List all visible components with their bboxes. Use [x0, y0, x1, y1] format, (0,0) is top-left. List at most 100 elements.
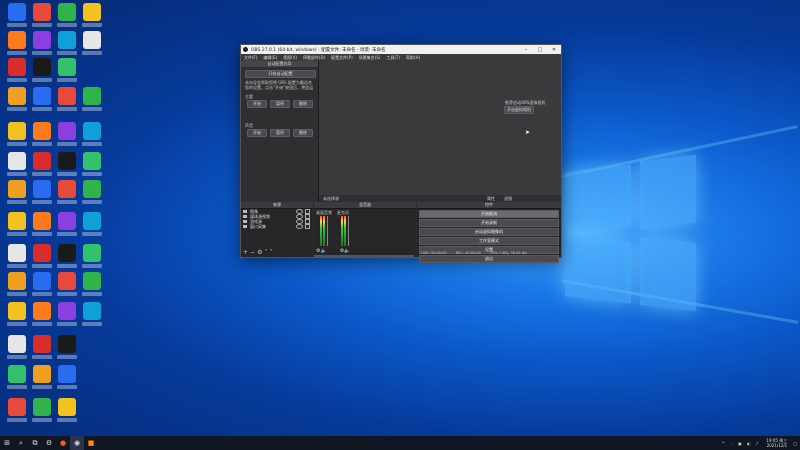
desktop-shortcut-icon[interactable] [79, 3, 105, 33]
start-wizard-button[interactable]: 开始自动配置 [245, 70, 316, 78]
start-button-icon[interactable]: ⊞ [0, 436, 14, 450]
desktop-shortcut-icon[interactable] [54, 58, 80, 88]
settings-icon[interactable]: ⚙ [42, 436, 56, 450]
desktop-shortcut-icon[interactable] [54, 87, 80, 117]
desktop-shortcut-icon[interactable] [79, 152, 105, 182]
desktop-shortcut-icon[interactable] [29, 244, 55, 274]
desktop-shortcut-icon[interactable] [29, 180, 55, 210]
main-start-button[interactable]: 开始 [247, 100, 267, 108]
desktop-shortcut-icon[interactable] [29, 272, 55, 302]
desktop-shortcut-icon[interactable] [54, 272, 80, 302]
start-streaming-button[interactable]: 开始推流 [419, 210, 559, 218]
eye-icon[interactable] [296, 224, 303, 229]
desktop-shortcut-icon[interactable] [54, 302, 80, 332]
menu-scene-collection[interactable]: 场景集合(S) [356, 55, 384, 61]
volume-fader[interactable] [327, 216, 328, 246]
menu-view[interactable]: 视图(V) [280, 55, 300, 61]
desktop-shortcut-icon[interactable] [29, 335, 55, 365]
window-title: OBS 27.0.1 (64-bit, windows) - 配置文件: 未命名… [251, 47, 386, 53]
desktop-shortcut-icon[interactable] [29, 58, 55, 88]
audio-start-button[interactable]: 开始 [247, 129, 267, 137]
desktop-shortcut-icon[interactable] [79, 122, 105, 152]
desktop-shortcut-icon[interactable] [4, 58, 30, 88]
desktop-shortcut-icon[interactable] [4, 398, 30, 428]
remove-icon[interactable]: − [250, 249, 257, 256]
menu-file[interactable]: 文件(F) [241, 55, 260, 61]
add-icon[interactable]: + [243, 249, 250, 256]
desktop-shortcut-icon[interactable] [4, 212, 30, 242]
studio-mode-button[interactable]: 工作室模式 [419, 237, 559, 245]
desktop-shortcut-icon[interactable] [4, 302, 30, 332]
virtual-camera-control-button[interactable]: 启动虚拟摄像机 [419, 228, 559, 236]
preview-area[interactable]: 推荐启动OBS虚拟相机 开启虚拟相机 ➤ [319, 61, 561, 195]
desktop-shortcut-icon[interactable] [29, 122, 55, 152]
main-pause-button[interactable]: 暂停 [270, 100, 290, 108]
close-icon[interactable]: ✕ [547, 47, 561, 53]
desktop-shortcut-icon[interactable] [79, 244, 105, 274]
mixer-scrollbar[interactable] [314, 255, 414, 257]
start-recording-button[interactable]: 开始录制 [419, 219, 559, 227]
desktop-shortcut-icon[interactable] [54, 31, 80, 61]
desktop-shortcut-icon[interactable] [4, 244, 30, 274]
desktop-shortcut-icon[interactable] [4, 122, 30, 152]
menu-profile[interactable]: 配置文件(P) [328, 55, 356, 61]
title-bar[interactable]: OBS 27.0.1 (64-bit, windows) - 配置文件: 未命名… [241, 45, 561, 54]
desktop-shortcut-icon[interactable] [79, 87, 105, 117]
desktop-shortcut-icon[interactable] [79, 31, 105, 61]
desktop-shortcut-icon[interactable] [79, 302, 105, 332]
virtual-camera-button[interactable]: 开启虚拟相机 [504, 106, 534, 114]
desktop-shortcut-icon[interactable] [54, 152, 80, 182]
maximize-icon[interactable]: □ [533, 47, 547, 53]
edge-icon[interactable]: ● [56, 436, 70, 450]
volume-fader[interactable] [348, 216, 349, 246]
desktop-shortcut-icon[interactable] [29, 212, 55, 242]
desktop-shortcut-icon[interactable] [54, 335, 80, 365]
tray-clock[interactable]: 19:05 周三 2021/12/1 [766, 438, 787, 448]
desktop-shortcut-icon[interactable] [54, 365, 80, 395]
minimize-icon[interactable]: – [519, 47, 533, 53]
task-view-icon[interactable]: ⧉ [28, 436, 42, 450]
desktop-shortcut-icon[interactable] [54, 122, 80, 152]
desktop-shortcut-icon[interactable] [54, 3, 80, 33]
audio-delete-button[interactable]: 删除 [293, 129, 313, 137]
obs-window[interactable]: OBS 27.0.1 (64-bit, windows) - 配置文件: 未命名… [240, 44, 562, 263]
desktop-shortcut-icon[interactable] [4, 31, 30, 61]
desktop-shortcut-icon[interactable] [4, 87, 30, 117]
desktop-shortcut-icon[interactable] [29, 365, 55, 395]
tray-icons[interactable]: ^ ◦ ▣ ◐ ♪ [722, 441, 761, 446]
desktop-shortcut-icon[interactable] [79, 212, 105, 242]
desktop-shortcut-icon[interactable] [29, 31, 55, 61]
source-item[interactable]: 窗口采集 [241, 224, 313, 229]
obs-taskbar-icon[interactable]: ◉ [70, 436, 84, 450]
menu-tools[interactable]: 工具(T) [383, 55, 403, 61]
desktop-shortcut-icon[interactable] [4, 365, 30, 395]
main-delete-button[interactable]: 删除 [293, 100, 313, 108]
desktop-shortcut-icon[interactable] [54, 212, 80, 242]
desktop-shortcut-icon[interactable] [54, 180, 80, 210]
speaker-icon[interactable]: 🔈 [320, 248, 326, 254]
app-taskbar-icon[interactable]: ■ [84, 436, 98, 450]
notification-icon[interactable]: ▢ [793, 441, 797, 446]
speaker-icon[interactable]: 🔈 [344, 248, 350, 254]
desktop-shortcut-icon[interactable] [54, 244, 80, 274]
desktop-shortcut-icon[interactable] [4, 3, 30, 33]
down-icon[interactable]: ˅ [269, 249, 274, 256]
desktop-shortcut-icon[interactable] [29, 302, 55, 332]
desktop-shortcut-icon[interactable] [29, 398, 55, 428]
desktop-shortcut-icon[interactable] [54, 398, 80, 428]
audio-pause-button[interactable]: 暂停 [270, 129, 290, 137]
menu-edit[interactable]: 编辑(E) [260, 55, 280, 61]
desktop-shortcut-icon[interactable] [79, 180, 105, 210]
desktop-shortcut-icon[interactable] [29, 87, 55, 117]
lock-icon[interactable] [305, 224, 310, 229]
desktop-shortcut-icon[interactable] [4, 180, 30, 210]
desktop-shortcut-icon[interactable] [79, 272, 105, 302]
desktop-shortcut-icon[interactable] [4, 272, 30, 302]
desktop-shortcut-icon[interactable] [4, 152, 30, 182]
desktop-shortcut-icon[interactable] [29, 3, 55, 33]
desktop-shortcut-icon[interactable] [4, 335, 30, 365]
menu-docks[interactable]: 停靠部件(D) [300, 55, 328, 61]
desktop-shortcut-icon[interactable] [29, 152, 55, 182]
search-icon[interactable]: ⌕ [14, 436, 28, 450]
menu-help[interactable]: 帮助(H) [403, 55, 423, 61]
